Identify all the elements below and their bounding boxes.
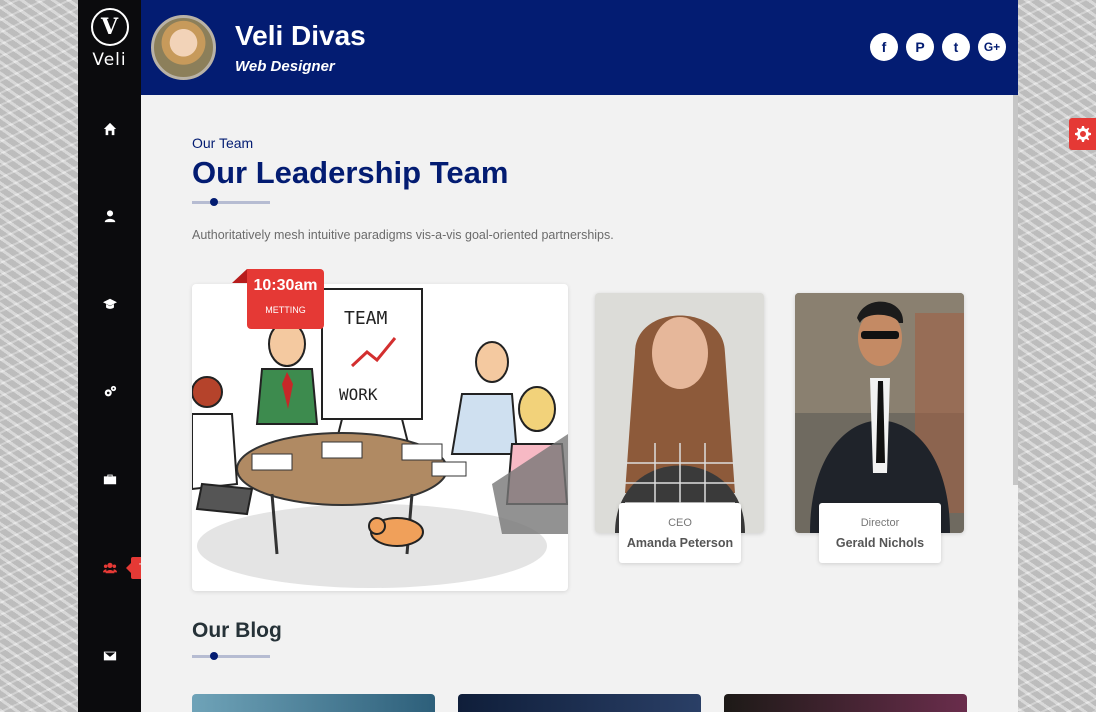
blog-divider	[192, 652, 270, 660]
sidebar: V Veli	[78, 0, 141, 712]
member-photo	[595, 293, 764, 533]
briefcase-icon	[103, 474, 116, 485]
board-text-2: WORK	[339, 385, 378, 404]
meeting-card[interactable]: TEAM WORK	[192, 284, 568, 591]
member-role: CEO	[668, 517, 692, 529]
logo-mark: V	[90, 8, 129, 46]
main-content: Our Team Our Leadership Team Authoritati…	[141, 95, 1018, 712]
member-photo	[795, 293, 964, 533]
blog-title: Our Blog	[192, 619, 282, 642]
twitter-icon[interactable]: t	[942, 33, 970, 61]
facebook-icon[interactable]: f	[870, 33, 898, 61]
profile-header: Veli Divas Web Designer f P t G+	[141, 0, 1018, 95]
user-icon	[104, 210, 115, 223]
team-member-label: Director Gerald Nichols	[819, 503, 941, 563]
blog-card[interactable]	[458, 694, 701, 712]
nav-services[interactable]	[78, 380, 141, 404]
team-subtitle: Our Team	[192, 135, 254, 151]
nav-about[interactable]	[78, 204, 141, 228]
nav-home[interactable]	[78, 117, 141, 141]
scrollbar[interactable]	[1013, 95, 1018, 485]
home-icon	[103, 122, 116, 136]
nav-portfolio[interactable]	[78, 467, 141, 491]
profile-name: Veli Divas	[235, 20, 366, 51]
logo[interactable]: V Veli	[78, 8, 141, 70]
users-icon	[102, 562, 117, 574]
settings-button[interactable]	[1069, 118, 1096, 150]
member-name: Amanda Peterson	[626, 536, 734, 550]
cogs-icon	[104, 385, 116, 397]
logo-text: Veli	[92, 50, 127, 70]
pinterest-icon[interactable]: P	[906, 33, 934, 61]
team-title: Our Leadership Team	[192, 155, 509, 190]
team-description: Authoritatively mesh intuitive paradigms…	[192, 228, 614, 242]
gear-icon	[1074, 126, 1091, 142]
meeting-label: METTING	[265, 305, 306, 315]
blog-card[interactable]	[724, 694, 967, 712]
google-plus-icon[interactable]: G+	[978, 33, 1006, 61]
profile-role: Web Designer	[235, 58, 335, 75]
graduation-cap-icon	[102, 298, 117, 309]
envelope-icon	[103, 651, 116, 661]
meeting-time: 10:30am	[253, 277, 318, 294]
avatar	[151, 15, 216, 80]
title-divider	[192, 198, 270, 206]
nav-contact[interactable]	[78, 644, 141, 668]
member-role: Director	[860, 517, 900, 529]
meeting-illustration: TEAM WORK	[192, 288, 568, 588]
board-text-1: TEAM	[344, 308, 388, 329]
member-name: Gerald Nichols	[835, 536, 925, 550]
nav-education[interactable]	[78, 292, 141, 316]
team-member-card[interactable]	[795, 293, 964, 533]
team-member-label: CEO Amanda Peterson	[619, 503, 741, 563]
team-member-card[interactable]	[595, 293, 764, 533]
blog-card[interactable]	[192, 694, 435, 712]
meeting-time-badge: 10:30am METTING	[232, 269, 324, 329]
